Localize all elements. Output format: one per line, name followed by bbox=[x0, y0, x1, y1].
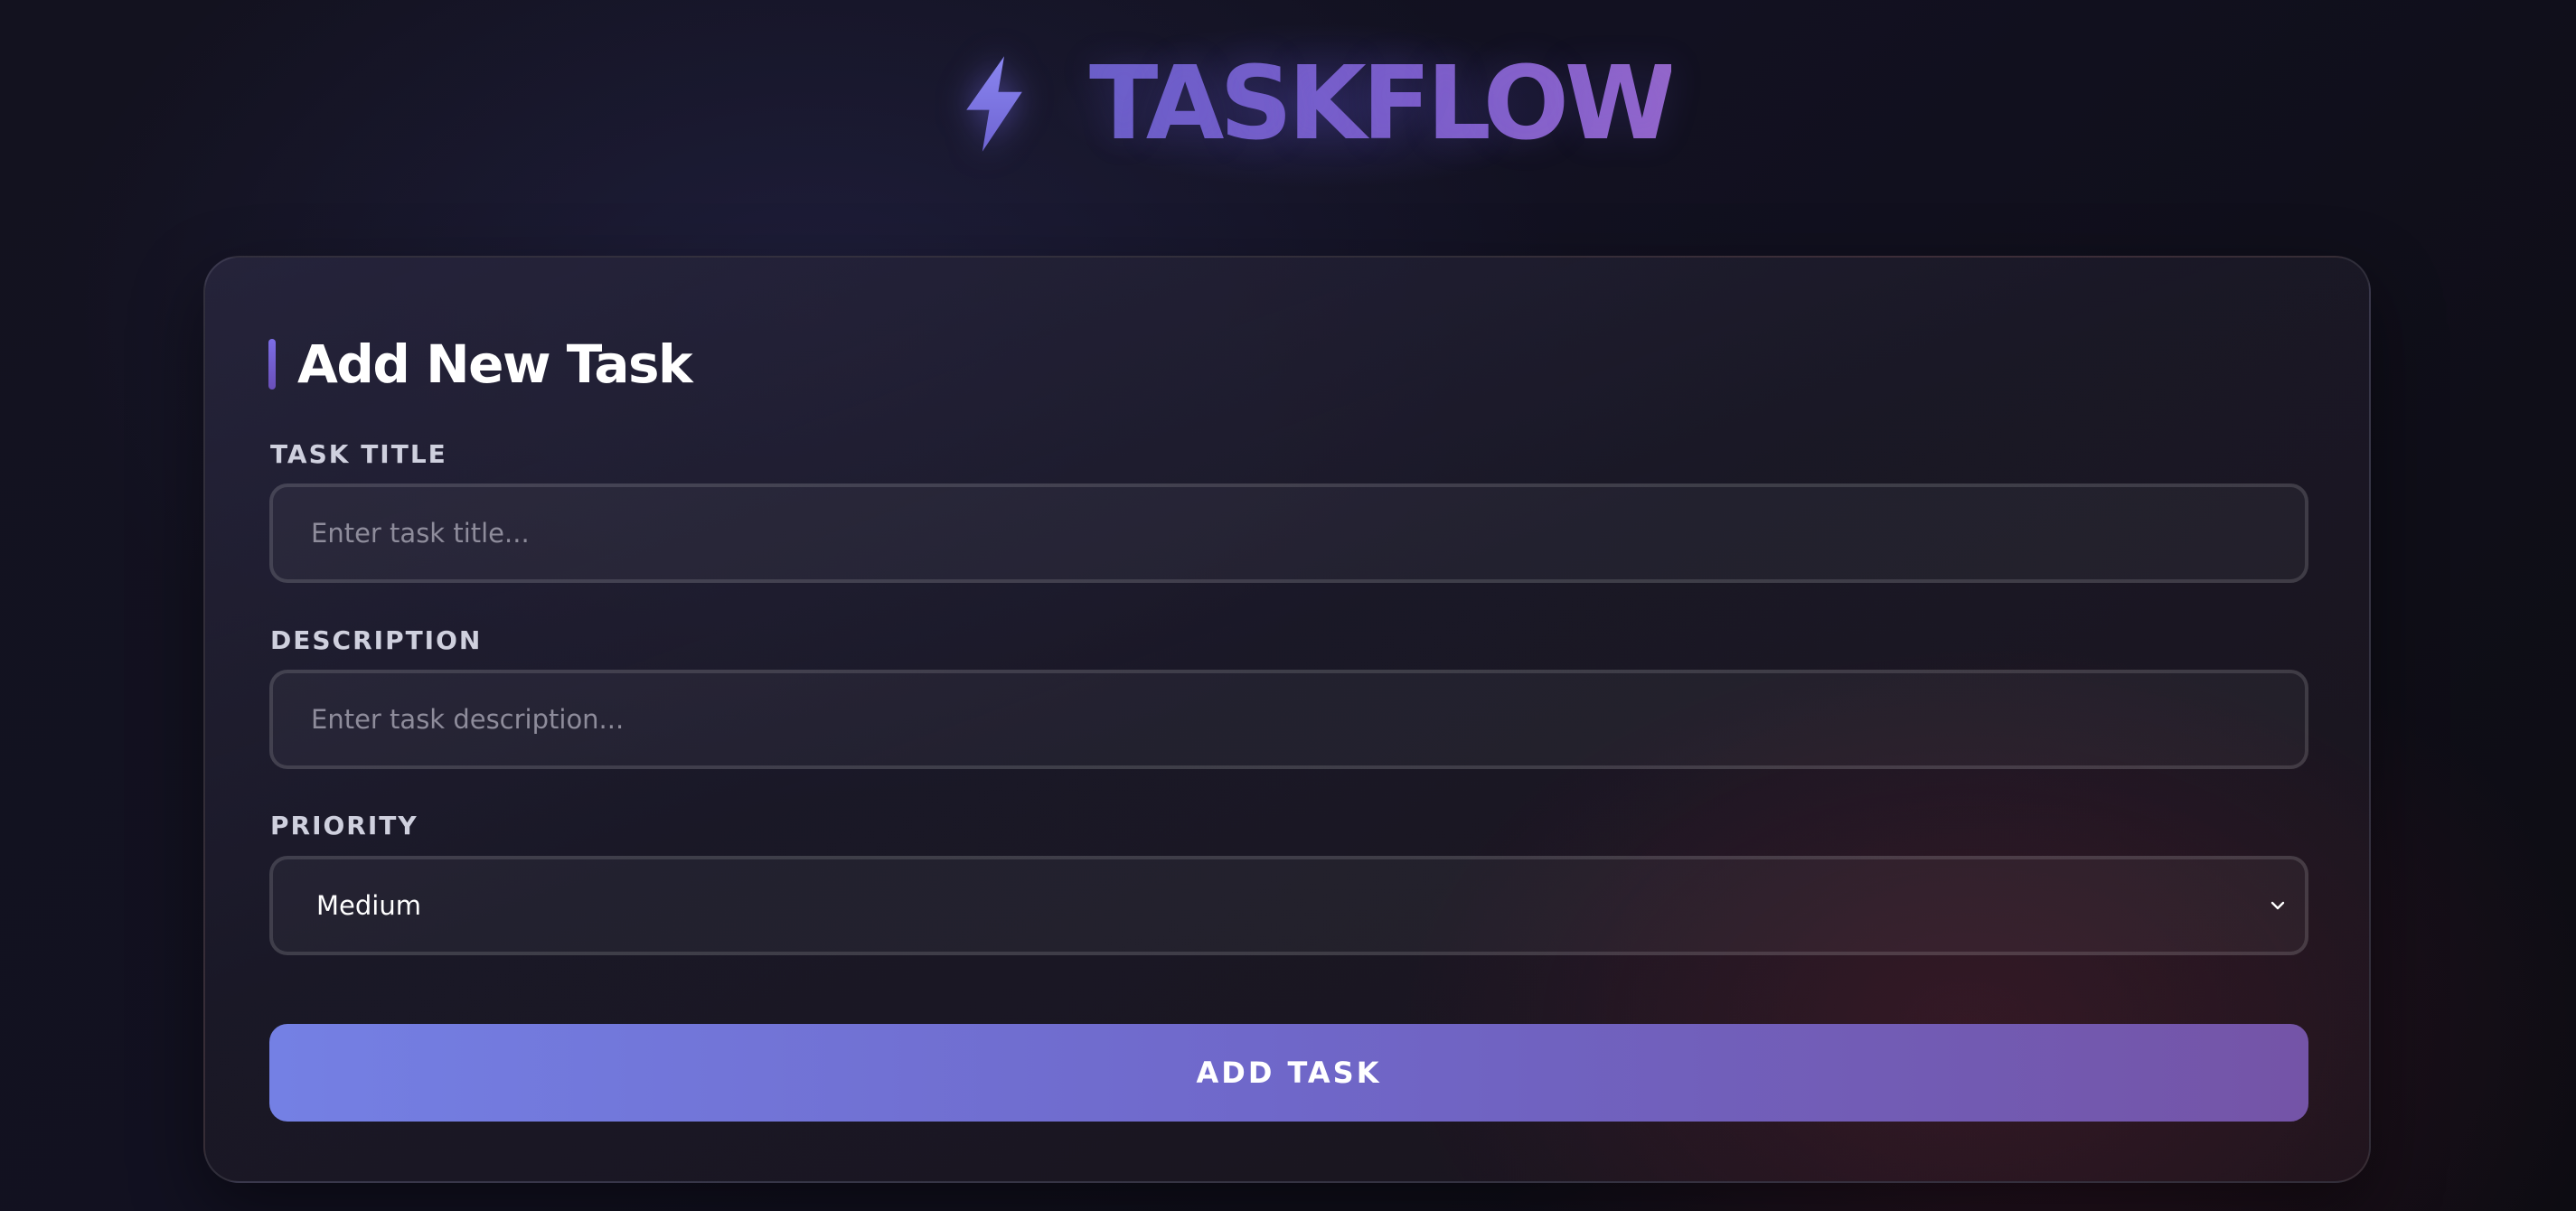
add-task-button[interactable]: ADD TASK bbox=[269, 1024, 2308, 1122]
priority-selected-value: Medium bbox=[316, 890, 421, 921]
add-task-button-label: ADD TASK bbox=[1196, 1056, 1382, 1090]
priority-label: PRIORITY bbox=[270, 811, 418, 840]
task-title-label: TASK TITLE bbox=[270, 439, 447, 469]
description-input[interactable] bbox=[309, 703, 2269, 736]
lightning-bolt-icon bbox=[966, 56, 1022, 152]
task-title-field[interactable] bbox=[269, 483, 2308, 583]
chevron-down-icon bbox=[2270, 901, 2285, 910]
card-heading: Add New Task bbox=[268, 333, 693, 396]
app-logo: TASKFLOW bbox=[958, 36, 1676, 172]
task-title-input[interactable] bbox=[309, 517, 2269, 549]
app-title: TASKFLOW bbox=[1089, 45, 1676, 163]
card-title: Add New Task bbox=[297, 333, 693, 395]
add-task-card: Add New Task TASK TITLE DESCRIPTION PRIO… bbox=[203, 256, 2371, 1183]
heading-accent-bar bbox=[268, 339, 276, 390]
priority-select[interactable]: Medium bbox=[269, 856, 2308, 955]
description-field[interactable] bbox=[269, 670, 2308, 769]
description-label: DESCRIPTION bbox=[270, 625, 483, 655]
